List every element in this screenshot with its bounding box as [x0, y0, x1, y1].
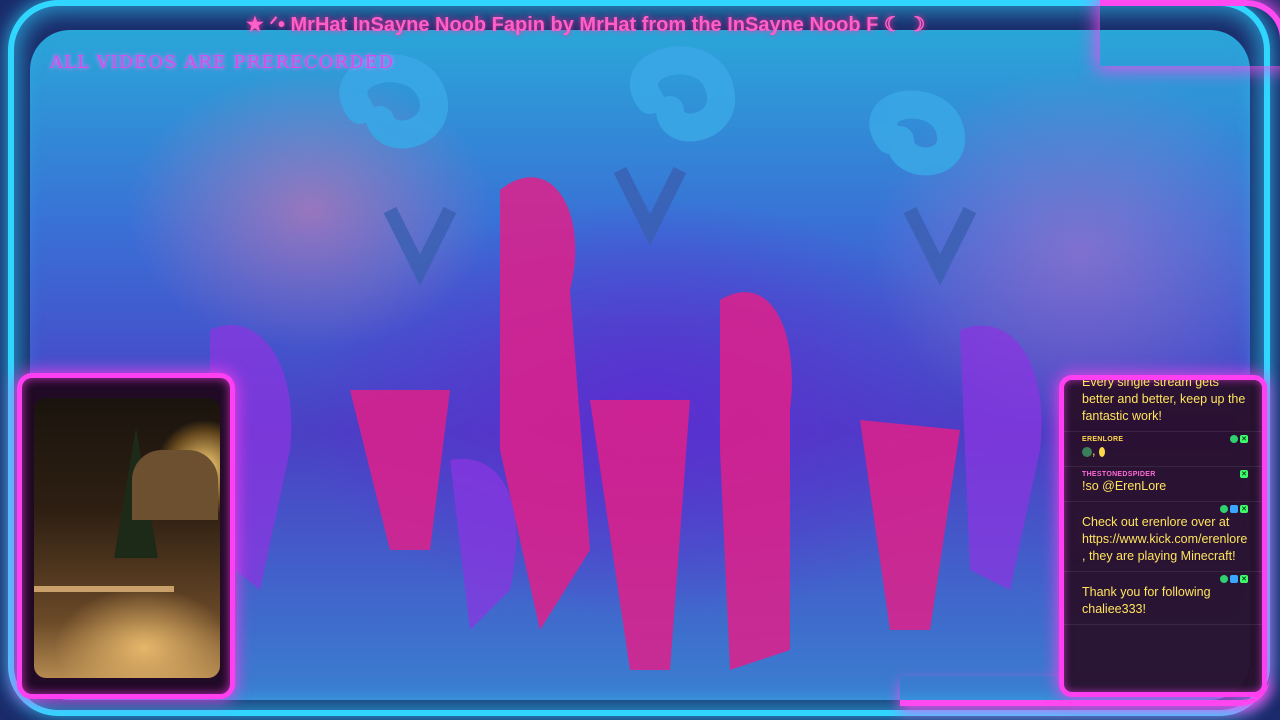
webcam-feed	[34, 398, 220, 678]
x-badge-icon: ✕	[1240, 470, 1248, 478]
x-badge-icon: ✕	[1240, 505, 1248, 513]
chat-message-text-fragment: ,	[1092, 444, 1096, 458]
hand-emote-icon	[1098, 446, 1105, 457]
x-badge-icon: ✕	[1240, 575, 1248, 583]
chat-username[interactable]: THESTONEDSPIDER	[1082, 471, 1254, 478]
chat-panel: Every single stream gets better and bett…	[1064, 380, 1262, 692]
stream-overlay: ★ ᐟ• MrHat InSayne Noob Fapin by MrHat f…	[0, 0, 1280, 720]
verified-badge-icon	[1230, 435, 1238, 443]
neon-frame-pink-corner	[1100, 0, 1280, 66]
chat-message: ✕ Check out erenlore over at https://www…	[1064, 502, 1262, 572]
chat-badges: ✕	[1230, 435, 1248, 443]
chat-badges: ✕	[1220, 575, 1248, 583]
chat-message: THESTONEDSPIDER ✕ !so @ErenLore	[1064, 467, 1262, 502]
prerecorded-notice: ALL VIDEOS ARE PRERECORDED	[50, 52, 395, 73]
chat-message-text: ,	[1082, 443, 1254, 460]
mod-badge-icon	[1230, 505, 1238, 513]
chat-message: ERENLORE ✕ ,	[1064, 432, 1262, 467]
webcam-railing	[34, 586, 174, 592]
chat-message-text: Thank you for following chaliee333!	[1082, 585, 1211, 616]
title-ticker: ★ ᐟ• MrHat InSayne Noob Fapin by MrHat f…	[246, 14, 926, 36]
x-badge-icon: ✕	[1240, 435, 1248, 443]
chat-message-text: Every single stream gets better and bett…	[1082, 380, 1246, 423]
verified-badge-icon	[1220, 575, 1228, 583]
mod-badge-icon	[1230, 575, 1238, 583]
chat-username[interactable]: ERENLORE	[1082, 436, 1254, 443]
chat-badges: ✕	[1240, 470, 1248, 478]
webcam-panel	[22, 378, 230, 694]
globe-emote-icon	[1082, 446, 1092, 457]
chat-badges: ✕	[1220, 505, 1248, 513]
verified-badge-icon	[1220, 505, 1228, 513]
chat-message: ✕ Thank you for following chaliee333!	[1064, 572, 1262, 625]
webcam-house	[132, 450, 218, 520]
chat-message-text: !so @ErenLore	[1082, 479, 1167, 493]
chat-message-text: Check out erenlore over at https://www.k…	[1082, 515, 1248, 563]
chat-message: Every single stream gets better and bett…	[1064, 380, 1262, 432]
